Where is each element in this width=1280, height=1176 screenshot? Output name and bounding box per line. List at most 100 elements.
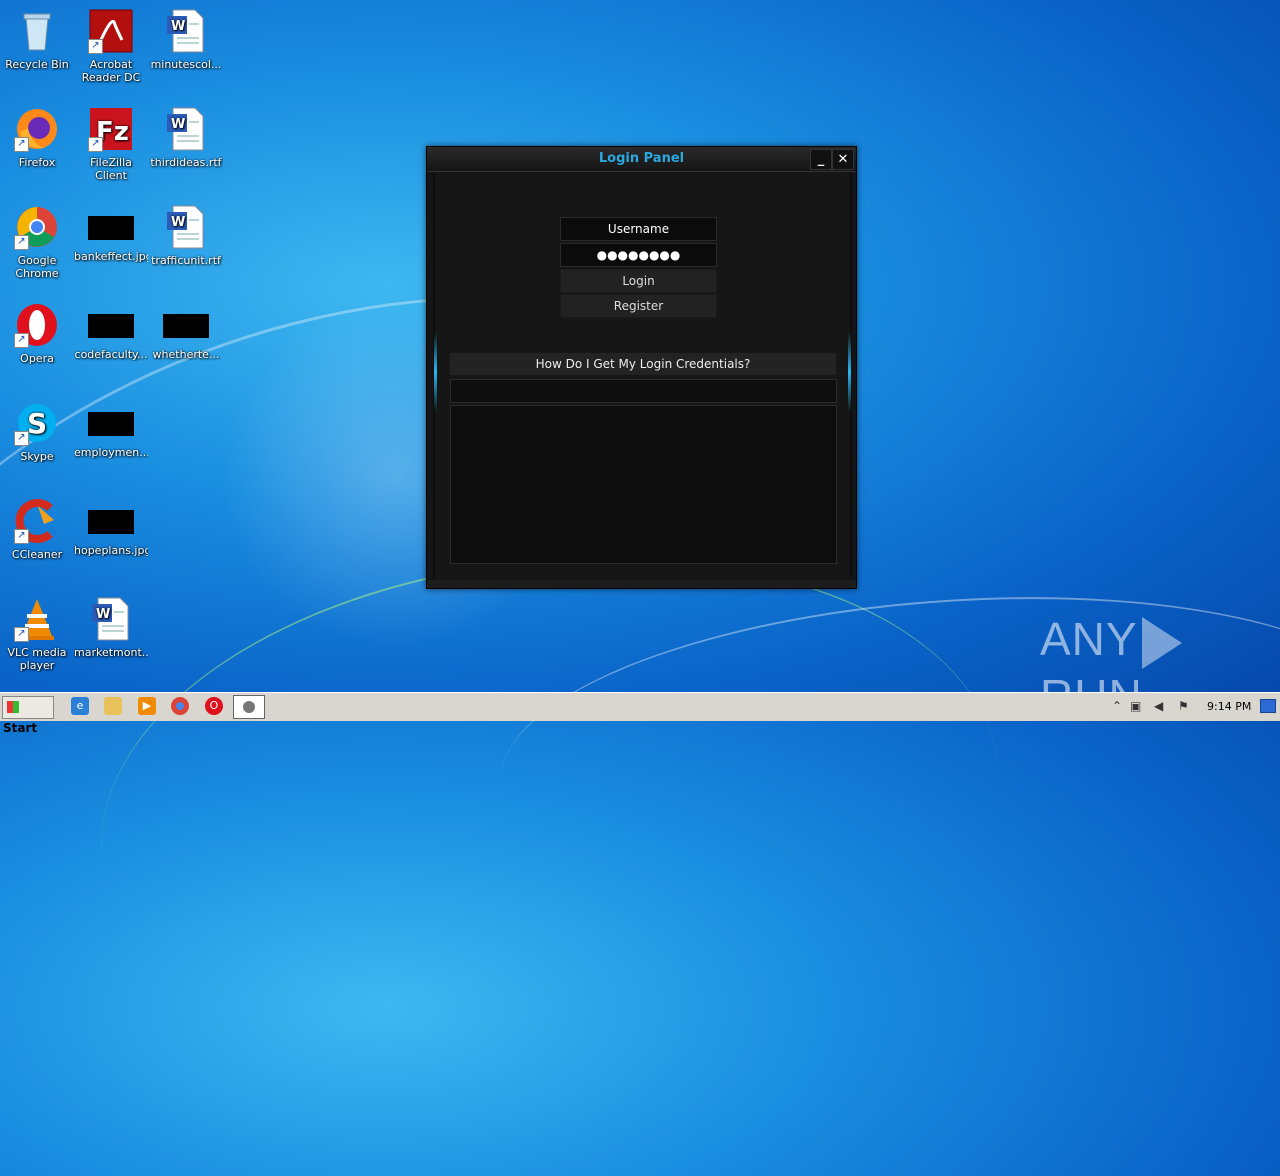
action-center-flag-icon[interactable]: ⚑: [1178, 699, 1189, 713]
start-button[interactable]: Start: [2, 696, 54, 735]
login-button[interactable]: Login: [560, 269, 717, 293]
desktop-icon-firefox[interactable]: ↗ Firefox: [0, 106, 74, 169]
svg-text:W: W: [171, 215, 185, 230]
desktop-icon-label: VLC media player: [7, 646, 67, 672]
desktop-icon-whetherte[interactable]: whetherte...: [149, 302, 223, 361]
window-content: Username ●●●●●●●● Login Register How Do …: [433, 172, 852, 578]
recycle-bin-icon: [14, 8, 60, 54]
shortcut-arrow-icon: ↗: [88, 137, 103, 152]
acrobat-icon: ↗: [88, 8, 134, 54]
svg-text:W: W: [96, 607, 110, 622]
desktop-icon-thirdideas[interactable]: W thirdideas.rtf: [149, 106, 223, 169]
shortcut-arrow-icon: ↗: [14, 137, 29, 152]
volume-icon[interactable]: ◀: [1154, 699, 1163, 713]
image-thumbnail-icon: [88, 216, 134, 240]
right-accent-glow: [848, 332, 851, 412]
image-thumbnail-icon: [88, 314, 134, 338]
desktop-icon-codefaculty[interactable]: codefaculty...: [74, 302, 148, 361]
desktop-icon-label: codefaculty...: [74, 348, 148, 361]
vlc-icon: ↗: [14, 596, 60, 642]
window-titlebar[interactable]: Login Panel _ ✕: [427, 147, 856, 172]
clock[interactable]: 9:14 PM: [1207, 700, 1251, 713]
desktop-icon-chrome[interactable]: ↗ Google Chrome: [0, 204, 74, 280]
window-bottom-border: [427, 580, 856, 588]
word-doc-icon: W: [163, 106, 209, 152]
word-doc-icon: W: [163, 8, 209, 54]
desktop-icon-label: thirdideas.rtf: [150, 156, 222, 169]
app-icon: [243, 701, 255, 713]
media-player-icon[interactable]: ▶: [138, 697, 156, 715]
desktop-icon-label: employmen...: [74, 446, 148, 459]
window-title: Login Panel: [598, 151, 685, 166]
desktop-icon-label: Opera: [20, 352, 54, 365]
desktop-icon-filezilla[interactable]: Fz ↗ FileZilla Client: [74, 106, 148, 182]
close-button[interactable]: ✕: [832, 149, 854, 170]
desktop-icon-label: hopeplans.jpg: [74, 544, 148, 557]
desktop-icon-minutescol[interactable]: W minutescol...: [149, 8, 223, 71]
show-hidden-icons-icon[interactable]: ⌃: [1112, 699, 1122, 713]
desktop-icon-label: Firefox: [18, 156, 56, 169]
skype-icon: S ↗: [14, 400, 60, 446]
status-strip: [450, 379, 837, 403]
desktop-icon-label: Google Chrome: [15, 254, 59, 280]
desktop-icon-marketmont[interactable]: W marketmont...: [74, 596, 148, 659]
desktop-icon-label: Skype: [20, 450, 54, 463]
windows-logo-icon: [7, 701, 19, 713]
minimize-button[interactable]: _: [810, 149, 832, 170]
shortcut-arrow-icon: ↗: [14, 529, 29, 544]
show-desktop-button[interactable]: [1260, 699, 1276, 713]
desktop-icon-acrobat[interactable]: ↗ Acrobat Reader DC: [74, 8, 148, 84]
network-icon[interactable]: ▣: [1130, 699, 1141, 713]
register-button[interactable]: Register: [560, 294, 717, 318]
desktop-icon-opera[interactable]: ↗ Opera: [0, 302, 74, 365]
left-accent-glow: [434, 332, 437, 412]
username-field[interactable]: Username: [560, 217, 717, 241]
shortcut-arrow-icon: ↗: [14, 431, 29, 446]
desktop-icon-vlc[interactable]: ↗ VLC media player: [0, 596, 74, 672]
play-icon: [1141, 616, 1182, 669]
word-doc-icon: W: [88, 596, 134, 642]
shortcut-arrow-icon: ↗: [14, 627, 29, 642]
desktop-icon-hopeplans[interactable]: hopeplans.jpg: [74, 498, 148, 557]
svg-text:W: W: [171, 19, 185, 34]
desktop-icon-label: Recycle Bin: [5, 58, 69, 71]
desktop-icon-label: CCleaner: [11, 548, 63, 561]
password-field[interactable]: ●●●●●●●●: [560, 243, 717, 267]
desktop-icon-label: Acrobat Reader DC: [81, 58, 141, 84]
active-app-taskbar-button[interactable]: [233, 695, 265, 719]
desktop-icon-skype[interactable]: S ↗ Skype: [0, 400, 74, 463]
svg-text:W: W: [171, 117, 185, 132]
chrome-taskbar-icon[interactable]: [171, 697, 189, 715]
login-credentials-help-button[interactable]: How Do I Get My Login Credentials?: [450, 353, 836, 375]
opera-icon: ↗: [14, 302, 60, 348]
filezilla-icon: Fz ↗: [88, 106, 134, 152]
desktop-icon-ccleaner[interactable]: ↗ CCleaner: [0, 498, 74, 561]
desktop-icon-label: bankeffect.jpg: [74, 250, 148, 263]
login-panel-window: Login Panel _ ✕ Username ●●●●●●●● Login …: [426, 146, 857, 589]
desktop-icon-label: whetherte...: [152, 348, 220, 361]
system-tray: ⌃ ▣ ◀ ⚑: [1104, 695, 1280, 719]
internet-explorer-icon[interactable]: e: [71, 697, 89, 715]
firefox-icon: ↗: [14, 106, 60, 152]
desktop-icon-recycle-bin[interactable]: Recycle Bin: [0, 8, 74, 71]
chrome-icon: ↗: [14, 204, 60, 250]
taskbar: Start e ▶ O ⌃ ▣ ◀ ⚑ 9:14 PM: [0, 692, 1280, 735]
desktop-icon-label: FileZilla Client: [90, 156, 132, 182]
desktop-icon-trafficunit[interactable]: W trafficunit.rtf: [149, 204, 223, 267]
desktop-icon-employmen[interactable]: employmen...: [74, 400, 148, 459]
word-doc-icon: W: [163, 204, 209, 250]
shortcut-arrow-icon: ↗: [14, 333, 29, 348]
opera-taskbar-icon[interactable]: O: [205, 697, 223, 715]
watermark-text-left: ANY: [1040, 613, 1138, 665]
desktop-icon-label: minutescol...: [150, 58, 222, 71]
desktop-icon-label: marketmont...: [74, 646, 148, 659]
image-thumbnail-icon: [163, 314, 209, 338]
shortcut-arrow-icon: ↗: [14, 235, 29, 250]
info-textbox[interactable]: [450, 405, 837, 564]
svg-text:S: S: [27, 407, 47, 440]
file-explorer-icon[interactable]: [104, 697, 122, 715]
image-thumbnail-icon: [88, 510, 134, 534]
image-thumbnail-icon: [88, 412, 134, 436]
start-label: Start: [3, 721, 38, 735]
desktop-icon-bankeffect[interactable]: bankeffect.jpg: [74, 204, 148, 263]
